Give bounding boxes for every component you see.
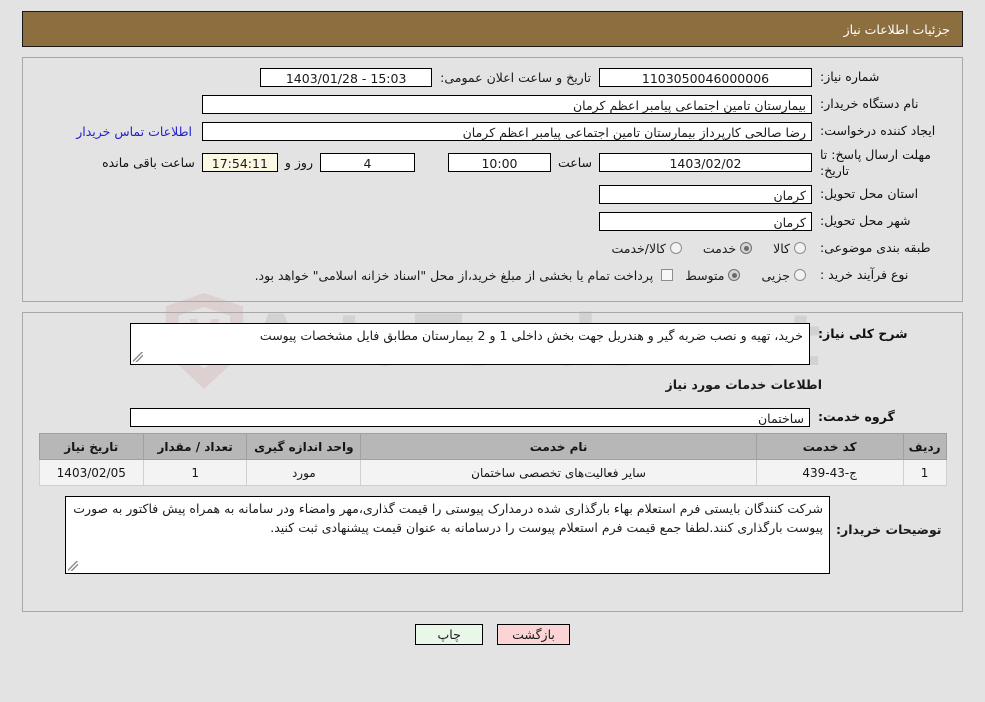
city-value: کرمان	[599, 211, 812, 231]
hour-value: 10:00	[447, 153, 551, 173]
category-option-label: کالا/خدمت	[611, 240, 666, 256]
row-city: شهر محل تحویل: کرمان	[33, 210, 952, 232]
cell-code: ج-43-439	[755, 459, 904, 486]
buyer-org-label: نام دستگاه خریدار:	[820, 96, 919, 112]
row-need-number: شماره نیاز: 1103050046000006 تاریخ و ساع…	[33, 66, 952, 88]
radio-icon[interactable]	[669, 242, 682, 255]
category-radio-group: کالا خدمت کالا/خدمت	[599, 241, 812, 256]
province-label: استان محل تحویل:	[820, 186, 919, 202]
radio-icon[interactable]	[794, 269, 806, 282]
page-header: جزئیات اطلاعات نیاز	[22, 11, 963, 47]
category-option-kala[interactable]: کالا	[761, 241, 812, 256]
remaining-days-value: 4	[319, 153, 415, 173]
province-value: کرمان	[599, 184, 812, 204]
th-name: نام خدمت	[360, 433, 757, 460]
category-option-label: خدمت	[702, 240, 737, 256]
row-overall-description: شرح کلی نیاز: خرید، تهیه و نصب ضربه گیر …	[35, 323, 950, 365]
public-announce-value: 15:03 - 1403/01/28	[260, 67, 433, 87]
overall-desc-label: شرح کلی نیاز:	[818, 326, 908, 341]
treasury-note-label: پرداخت تمام یا بخشی از مبلغ خرید،از محل …	[254, 267, 654, 283]
buyer-org-value: بیمارستان تامین اجتماعی پیامبر اعظم کرما…	[202, 94, 812, 114]
radio-icon[interactable]	[740, 242, 753, 255]
buyer-notes-label: توضیحات خریدار:	[836, 522, 942, 537]
countdown-value: 17:54:11	[201, 153, 278, 173]
public-announce-label: تاریخ و ساعت اعلان عمومی:	[440, 69, 591, 85]
th-code: کد خدمت	[755, 433, 904, 460]
countdown-label: ساعت باقی مانده	[102, 155, 195, 171]
services-section-title: اطلاعات خدمات مورد نیاز	[665, 377, 823, 392]
button-bar: بازگشت چاپ	[0, 624, 985, 645]
category-option-khedmat[interactable]: خدمت	[691, 241, 758, 256]
row-buyer-notes: توضیحات خریدار: شرکت کنندگان بایستی فرم …	[35, 496, 950, 574]
row-deadline: مهلت ارسال پاسخ: تا تاریخ: 1403/02/02 سا…	[33, 147, 952, 178]
process-option-jozei[interactable]: جزیی	[749, 268, 812, 283]
back-button[interactable]: بازگشت	[497, 624, 570, 645]
category-option-kala-khedmat[interactable]: کالا/خدمت	[599, 241, 687, 256]
category-option-label: کالا	[773, 240, 790, 256]
process-radio-group: جزیی متوسط	[673, 268, 812, 283]
row-province: استان محل تحویل: کرمان	[33, 183, 952, 205]
row-category: طبقه بندی موضوعی: کالا خدمت کالا/خدمت	[33, 237, 952, 259]
page-title: جزئیات اطلاعات نیاز	[843, 21, 950, 37]
radio-icon[interactable]	[794, 242, 806, 255]
th-radif: ردیف	[902, 433, 947, 460]
general-info-panel: شماره نیاز: 1103050046000006 تاریخ و ساع…	[22, 57, 963, 302]
days-label: روز و	[284, 155, 313, 171]
process-label: نوع فرآیند خرید :	[820, 267, 909, 283]
row-service-group: گروه خدمت: ساختمان	[35, 406, 950, 428]
row-process-type: نوع فرآیند خرید : جزیی متوسط پرداخت تمام…	[33, 264, 952, 286]
th-unit: واحد اندازه گیری	[246, 433, 362, 460]
process-option-motevaset[interactable]: متوسط	[673, 268, 746, 283]
deadline-date-value: 1403/02/02	[599, 153, 812, 173]
service-group-value: ساختمان	[130, 407, 810, 427]
th-date: تاریخ نیاز	[38, 433, 145, 460]
table-header-row: ردیف کد خدمت نام خدمت واحد اندازه گیری ت…	[38, 433, 947, 460]
overall-desc-textarea[interactable]: خرید، تهیه و نصب ضربه گیر و هندریل جهت ب…	[130, 323, 810, 365]
need-number-value: 1103050046000006	[599, 67, 812, 87]
th-qty: تعداد / مقدار	[143, 433, 248, 460]
process-option-label: متوسط	[685, 267, 725, 283]
need-details-panel: شرح کلی نیاز: خرید، تهیه و نصب ضربه گیر …	[22, 312, 963, 612]
cell-unit: مورد	[246, 459, 362, 486]
cell-name: سایر فعالیت‌های تخصصی ساختمان	[360, 459, 757, 486]
hour-label: ساعت	[557, 155, 592, 171]
city-label: شهر محل تحویل:	[820, 213, 911, 229]
cell-date: 1403/02/05	[38, 459, 145, 486]
items-table: ردیف کد خدمت نام خدمت واحد اندازه گیری ت…	[38, 433, 947, 486]
requester-label: ایجاد کننده درخواست:	[820, 123, 936, 139]
cell-qty: 1	[143, 459, 248, 486]
cell-radif: 1	[902, 459, 947, 486]
process-option-label: جزیی	[761, 267, 790, 283]
buyer-contact-link[interactable]: اطلاعات تماس خریدار	[66, 124, 202, 139]
items-table-wrapper: ردیف کد خدمت نام خدمت واحد اندازه گیری ت…	[35, 433, 950, 486]
treasury-checkbox[interactable]	[661, 269, 674, 282]
radio-icon[interactable]	[728, 269, 741, 282]
need-number-label: شماره نیاز:	[820, 69, 880, 85]
category-label: طبقه بندی موضوعی:	[820, 240, 931, 256]
row-buyer-org: نام دستگاه خریدار: بیمارستان تامین اجتما…	[33, 93, 952, 115]
print-button[interactable]: چاپ	[415, 624, 484, 645]
service-group-label: گروه خدمت:	[818, 409, 895, 425]
row-requester: ایجاد کننده درخواست: رضا صالحی کارپرداز …	[33, 120, 952, 142]
buyer-notes-textarea[interactable]: شرکت کنندگان بایستی فرم استعلام بهاء بار…	[65, 496, 830, 574]
deadline-label: مهلت ارسال پاسخ: تا تاریخ:	[820, 147, 931, 178]
requester-value: رضا صالحی کارپرداز بیمارستان تامین اجتما…	[202, 121, 812, 141]
table-row: 1 ج-43-439 سایر فعالیت‌های تخصصی ساختمان…	[38, 459, 947, 486]
